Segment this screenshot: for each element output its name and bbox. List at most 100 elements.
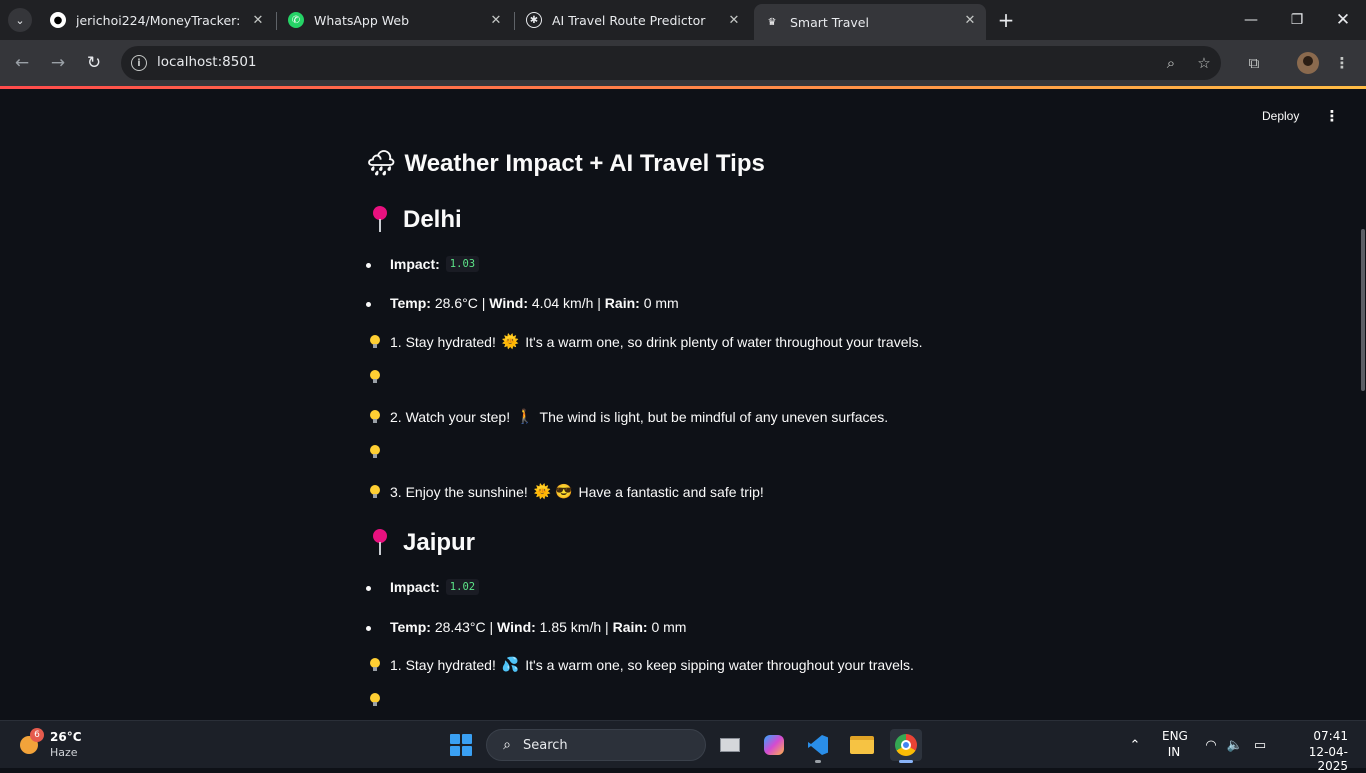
task-view-icon[interactable] [714, 729, 746, 761]
copilot-icon[interactable] [758, 729, 790, 761]
github-icon: ● [50, 12, 66, 28]
windows-start-icon[interactable] [450, 734, 472, 756]
close-icon[interactable]: ✕ [962, 12, 978, 28]
avatar[interactable] [1297, 52, 1319, 74]
reload-icon[interactable]: ↻ [81, 50, 107, 76]
site-info-icon[interactable]: i [131, 55, 147, 71]
running-indicator [815, 760, 821, 763]
city-heading-jaipur: Jaipur [366, 529, 475, 557]
tip-text: 2. Watch your step! [390, 408, 511, 425]
tab-ai-travel-route[interactable]: ✱ AI Travel Route Predictor ✕ [516, 4, 750, 36]
city-heading-delhi: Delhi [366, 206, 462, 234]
language-code: ENG [1162, 729, 1188, 743]
tip-line: 3. Enjoy the sunshine! 🌞 😎 Have a fantas… [366, 483, 764, 500]
new-tab-icon[interactable]: + [994, 8, 1018, 32]
tip-line [366, 445, 390, 459]
window-close-icon[interactable]: ✕ [1320, 0, 1366, 40]
minimize-icon[interactable]: — [1228, 0, 1274, 40]
tip-text: 1. Stay hydrated! [390, 333, 496, 350]
close-icon[interactable]: ✕ [488, 12, 504, 28]
weather-desc: Haze [50, 746, 78, 759]
pin-icon [366, 206, 394, 234]
openai-icon: ✱ [526, 12, 542, 28]
tip-text: 1. Stay hydrated! [390, 656, 496, 673]
temp-label: Temp: [390, 295, 431, 311]
impact-item: Impact: 1.02 [365, 579, 480, 595]
water-drops-icon: 💦 [501, 656, 520, 672]
zoom-icon[interactable]: ⌕ [1162, 54, 1180, 72]
tip-line [366, 370, 390, 384]
restore-icon[interactable]: ❐ [1274, 0, 1320, 40]
active-indicator [899, 760, 913, 763]
weather-stats-item: Temp: 28.6°C | Wind: 4.04 km/h | Rain: 0… [366, 295, 679, 311]
tab-moneytracker[interactable]: ● jerichoi224/MoneyTracker: Mon ✕ [40, 4, 274, 36]
streamlit-icon: ♛ [767, 16, 777, 28]
forward-icon[interactable]: → [45, 50, 71, 76]
bookmark-star-icon[interactable]: ☆ [1195, 54, 1213, 72]
city-name: Delhi [403, 206, 462, 233]
vscode-icon[interactable] [802, 729, 834, 763]
impact-label: Impact: [390, 256, 440, 272]
show-hidden-icons-icon[interactable]: ⌃ [1126, 736, 1144, 754]
tip-text: The wind is light, but be mindful of any… [539, 408, 889, 425]
wifi-icon[interactable]: ◠ [1202, 736, 1220, 754]
city-name: Jaipur [403, 529, 476, 556]
search-label: Search [523, 738, 568, 753]
volume-icon[interactable]: 🔈 [1226, 736, 1244, 754]
temp-value: 28.6°C [434, 295, 478, 311]
chrome-icon[interactable] [890, 729, 922, 763]
tip-text: Have a fantastic and safe trip! [578, 483, 764, 500]
file-explorer-icon[interactable] [846, 729, 878, 761]
scrollbar[interactable] [1361, 229, 1365, 391]
close-icon[interactable]: ✕ [726, 12, 742, 28]
whatsapp-icon: ✆ [288, 12, 304, 28]
rain-value: 0 mm [643, 295, 679, 311]
battery-icon[interactable]: ▭ [1251, 736, 1269, 754]
temp-value: 28.43°C [434, 619, 486, 635]
weather-stats-item: Temp: 28.43°C | Wind: 1.85 km/h | Rain: … [365, 619, 687, 635]
tab-title: jerichoi224/MoneyTracker: Mon [76, 12, 244, 28]
tab-search-dropdown-icon[interactable]: ⌄ [8, 8, 32, 32]
tip-line: 1. Stay hydrated! 💦 It's a warm one, so … [366, 656, 914, 673]
rain-label: Rain: [604, 295, 640, 311]
deploy-button[interactable]: Deploy [1262, 109, 1299, 123]
sun-sunglasses-icon: 🌞 😎 [533, 483, 573, 499]
light-bulb-icon [370, 445, 380, 459]
light-bulb-icon [370, 334, 380, 349]
tab-whatsapp[interactable]: ✆ WhatsApp Web ✕ [278, 4, 512, 36]
light-bulb-icon [370, 370, 380, 384]
tab-title: WhatsApp Web [314, 12, 410, 28]
tab-separator [514, 12, 515, 30]
tip-line: 1. Stay hydrated! 🌞 It's a warm one, so … [366, 333, 922, 350]
weather-widget[interactable]: 6 26°C Haze [16, 728, 106, 762]
url-text[interactable]: localhost:8501 [157, 54, 257, 70]
tab-smart-travel[interactable]: ♛ Smart Travel ✕ [754, 4, 986, 40]
pin-icon [366, 529, 394, 557]
light-bulb-icon [370, 693, 380, 707]
back-icon[interactable]: ← [9, 50, 35, 76]
impact-label: Impact: [390, 579, 440, 595]
address-bar[interactable]: i localhost:8501 ⌕ ☆ [121, 46, 1221, 80]
search-icon: ⌕ [503, 737, 511, 753]
wind-label: Wind: [497, 619, 536, 635]
time: 07:41 [1313, 729, 1348, 743]
language-indicator[interactable]: ENG IN [1162, 729, 1188, 759]
rain-label: Rain: [612, 619, 648, 635]
app-main: Deploy ⋮ 🌧 Weather Impact + AI Travel Ti… [0, 89, 1366, 720]
page-title-text: Weather Impact + AI Travel Tips [404, 149, 765, 177]
tip-text: 3. Enjoy the sunshine! [390, 483, 528, 500]
tab-title: AI Travel Route Predictor [552, 12, 706, 28]
taskbar-search[interactable]: ⌕ Search [486, 729, 706, 761]
app-menu-icon[interactable]: ⋮ [1324, 107, 1340, 125]
tab-title: Smart Travel [790, 14, 869, 30]
browser-menu-icon[interactable]: ⋮ [1331, 52, 1353, 74]
tip-text: It's a warm one, so keep sipping water t… [525, 656, 914, 673]
close-icon[interactable]: ✕ [250, 12, 266, 28]
extensions-icon[interactable]: ⧉ [1243, 52, 1265, 74]
walking-person-icon: 🚶 [516, 408, 534, 424]
tip-line [366, 693, 390, 707]
clock[interactable]: 07:41 12-04-2025 [1284, 729, 1348, 773]
date: 12-04-2025 [1308, 745, 1348, 773]
wind-value: 1.85 km/h [539, 619, 602, 635]
impact-item: Impact: 1.03 [365, 256, 480, 272]
